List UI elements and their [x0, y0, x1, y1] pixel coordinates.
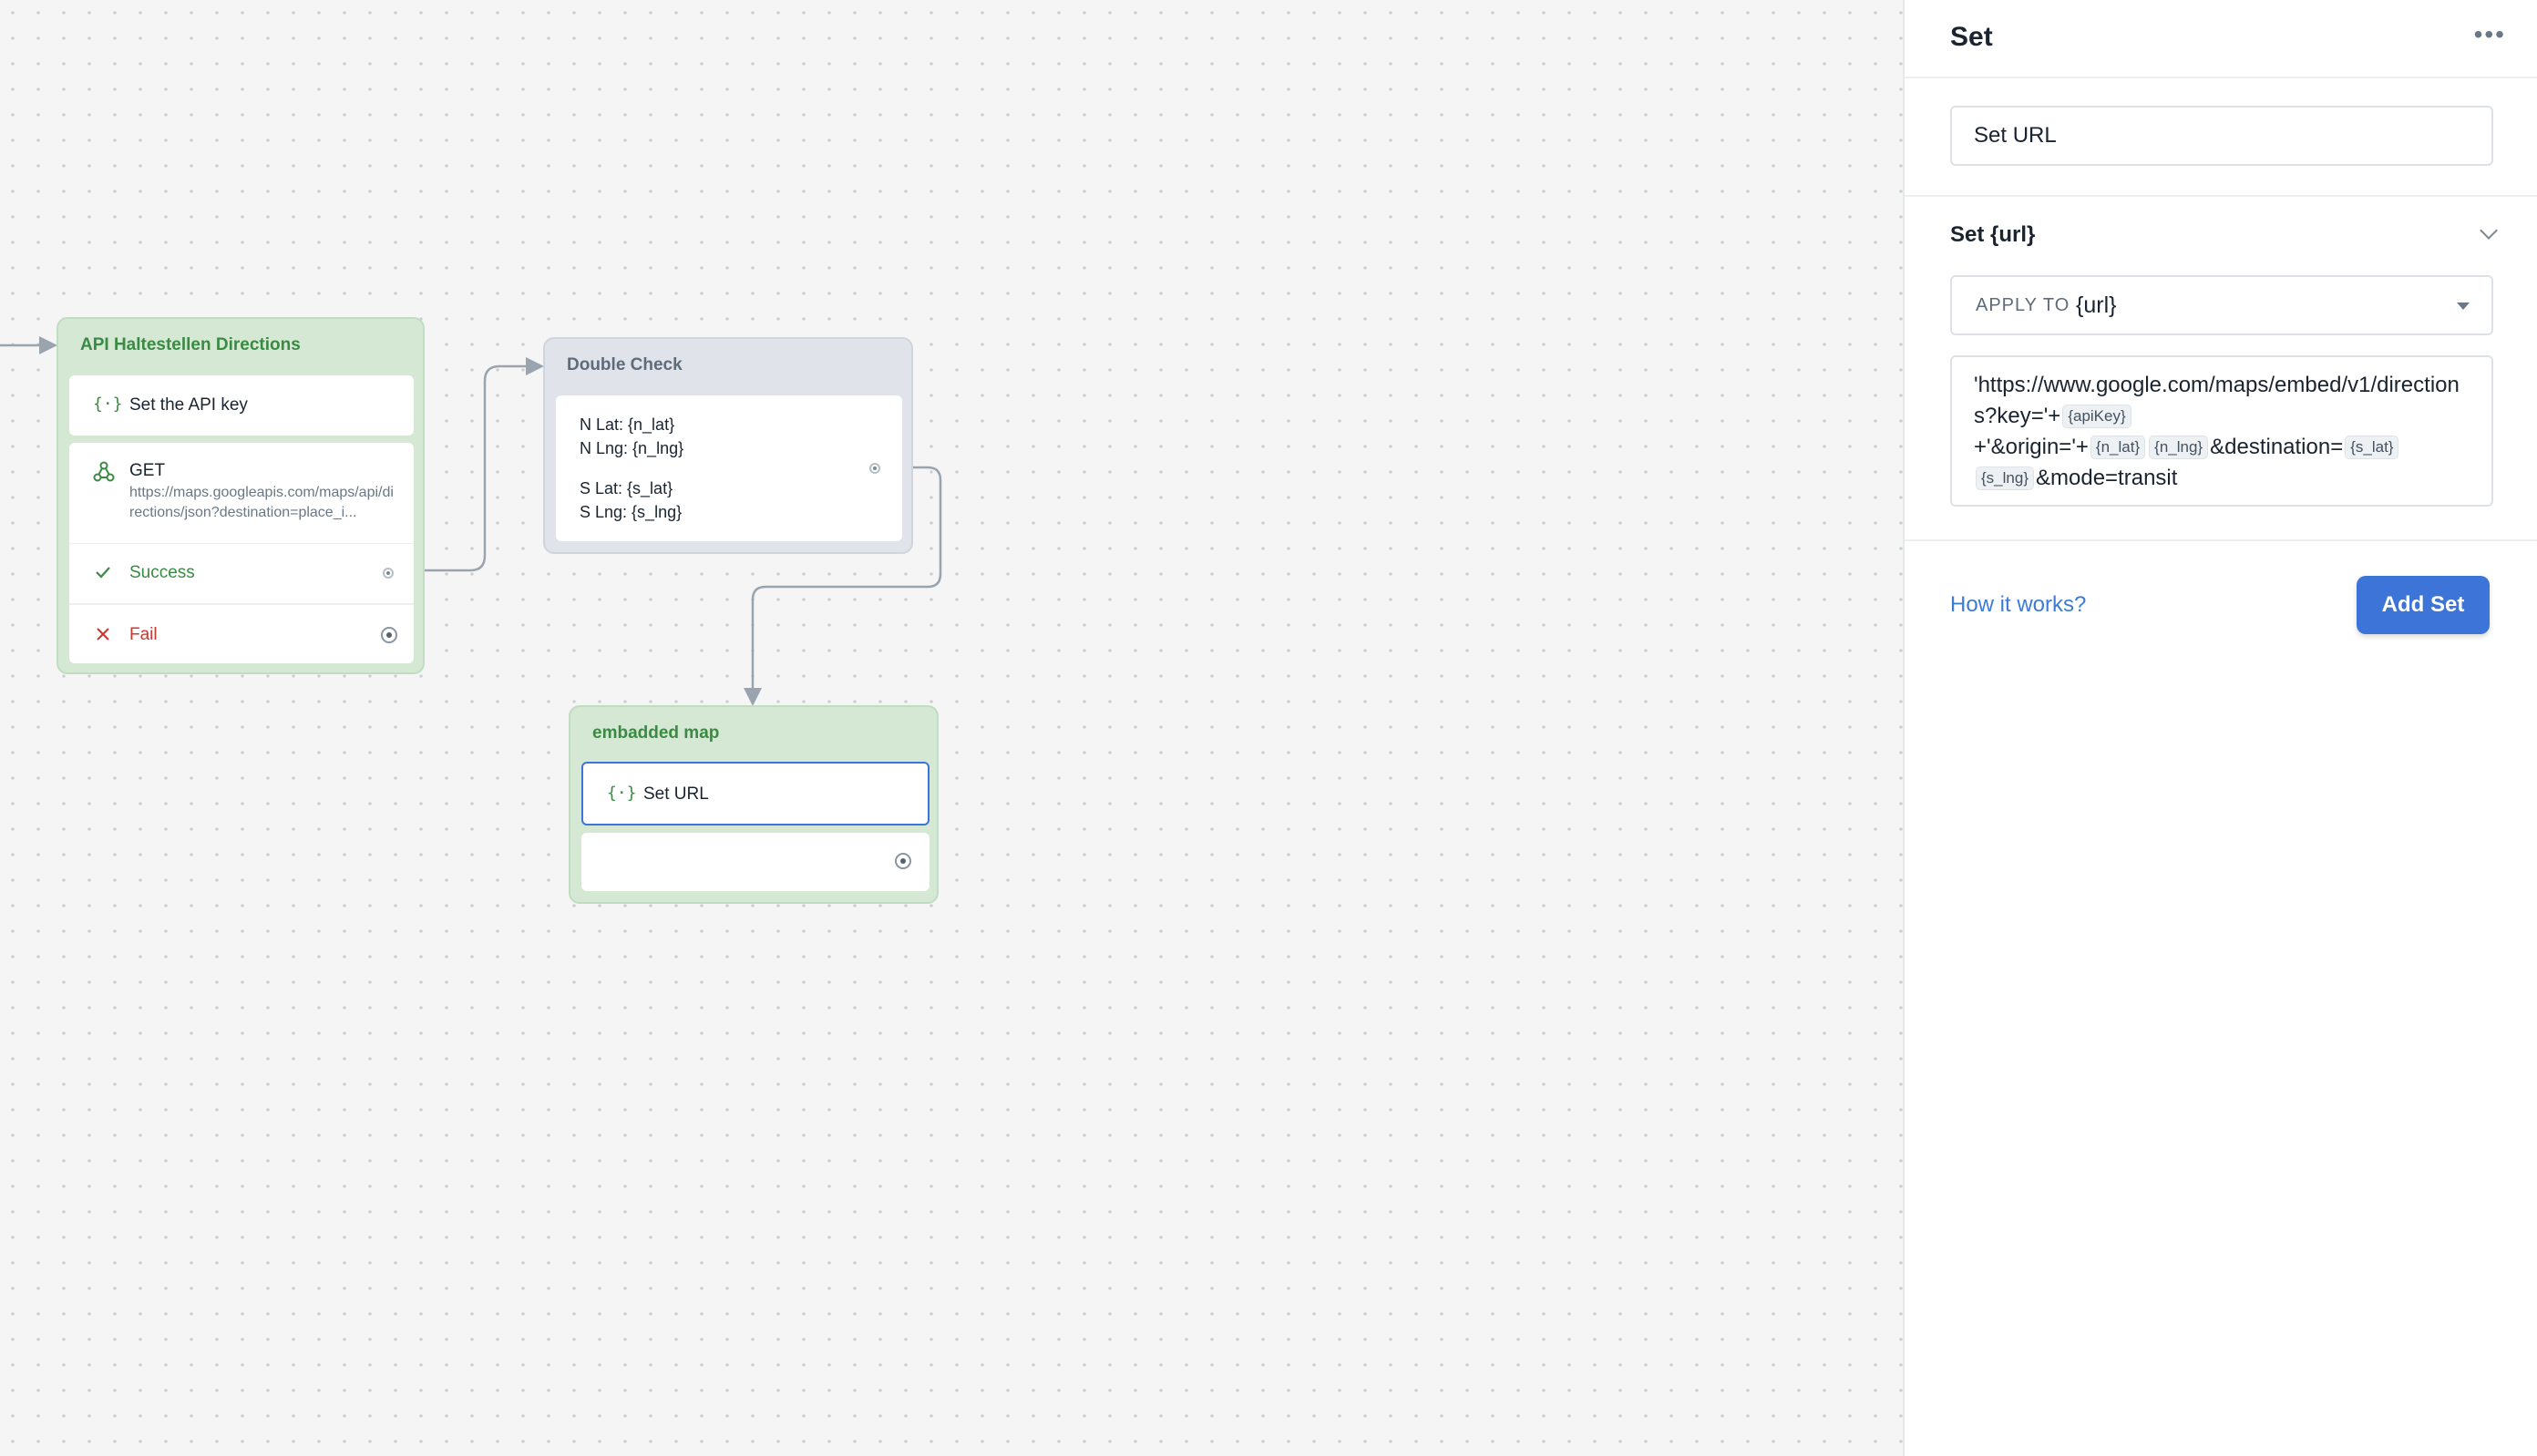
double-check-text-step[interactable]: N Lat: {n_lat} N Lng: {n_lng} S Lat: {s_…: [556, 395, 902, 541]
variable-chip[interactable]: {s_lat}: [2345, 436, 2399, 459]
apply-to-label: APPLY TO: [1976, 295, 2070, 315]
step-label: Set URL: [643, 784, 709, 804]
connection-lines: [0, 336, 942, 706]
next-port[interactable]: [869, 463, 880, 474]
block-title: API Haltestellen Directions: [80, 335, 301, 354]
next-port[interactable]: [895, 853, 911, 869]
panel-title: Set: [1950, 22, 1993, 52]
fail-port[interactable]: [381, 627, 397, 643]
block-title: embadded map: [592, 723, 720, 743]
expr-text: 'https://www.google.com/maps/embed/v1/di…: [1974, 373, 2460, 428]
api-get-step[interactable]: GET https://maps.googleapis.com/maps/api…: [69, 443, 414, 663]
expr-text: +'&origin='+: [1974, 435, 2089, 459]
block-title: Double Check: [567, 355, 683, 374]
add-set-button[interactable]: Add Set: [2357, 576, 2490, 634]
success-port[interactable]: [383, 568, 394, 579]
expr-text: &mode=transit: [2036, 466, 2178, 490]
double-check-block[interactable]: Double Check N Lat: {n_lat} N Lng: {n_ln…: [543, 337, 913, 554]
empty-step-slot[interactable]: [581, 833, 930, 891]
text-line-s-lng: S Lng: {s_lng}: [580, 503, 683, 521]
text-line-s-lat: S Lat: {s_lat}: [580, 479, 673, 497]
step-name-input[interactable]: [1950, 106, 2493, 166]
text-line-n-lat: N Lat: {n_lat}: [580, 415, 675, 434]
variable-icon: {·}: [607, 784, 637, 803]
more-dots-icon[interactable]: •••: [2474, 22, 2506, 47]
variable-chip[interactable]: {n_lng}: [2149, 436, 2209, 459]
expression-editor[interactable]: 'https://www.google.com/maps/embed/v1/di…: [1950, 355, 2493, 507]
set-api-key-step[interactable]: {·} Set the API key: [69, 375, 414, 436]
wire-success-to-doublecheck: [414, 357, 544, 572]
success-label: Success: [129, 563, 195, 582]
variable-chip[interactable]: {apiKey}: [2062, 405, 2131, 428]
checkmark-icon: [96, 567, 110, 579]
panel-header: Set •••: [1905, 0, 2537, 78]
flow-canvas[interactable]: API Haltestellen Directions {·} Set the …: [0, 0, 1903, 1456]
chevron-down-icon[interactable]: [2480, 221, 2498, 240]
close-x-icon: [97, 628, 109, 641]
divider: [1905, 195, 2537, 197]
success-path[interactable]: Success: [69, 543, 414, 602]
request-url: https://maps.googleapis.com/maps/api/dir…: [129, 485, 394, 520]
fail-path[interactable]: Fail: [69, 603, 414, 665]
variable-icon: {·}: [93, 395, 123, 414]
api-directions-block[interactable]: API Haltestellen Directions {·} Set the …: [56, 317, 425, 674]
api-webhook-icon: [93, 461, 115, 482]
text-line-n-lng: N Lng: {n_lng}: [580, 439, 684, 457]
caret-down-icon: [2457, 302, 2470, 310]
step-label: Set the API key: [129, 395, 248, 415]
section-title: Set {url}: [1950, 222, 2036, 247]
embedded-map-block[interactable]: embadded map {·} Set URL: [569, 705, 939, 904]
http-method: GET: [129, 461, 166, 480]
how-it-works-link[interactable]: How it works?: [1950, 592, 2086, 618]
apply-to-select[interactable]: APPLY TO {url}: [1950, 275, 2493, 335]
apply-to-value: {url}: [2076, 292, 2117, 318]
divider: [1905, 539, 2537, 541]
expr-text: &destination=: [2210, 435, 2344, 459]
set-url-step[interactable]: {·} Set URL: [581, 762, 930, 825]
variable-chip[interactable]: {s_lng}: [1976, 467, 2034, 490]
step-editor-panel: Set ••• Set {url} APPLY TO {url} 'https:…: [1903, 0, 2537, 1456]
fail-label: Fail: [129, 625, 158, 644]
variable-chip[interactable]: {n_lat}: [2090, 436, 2146, 459]
